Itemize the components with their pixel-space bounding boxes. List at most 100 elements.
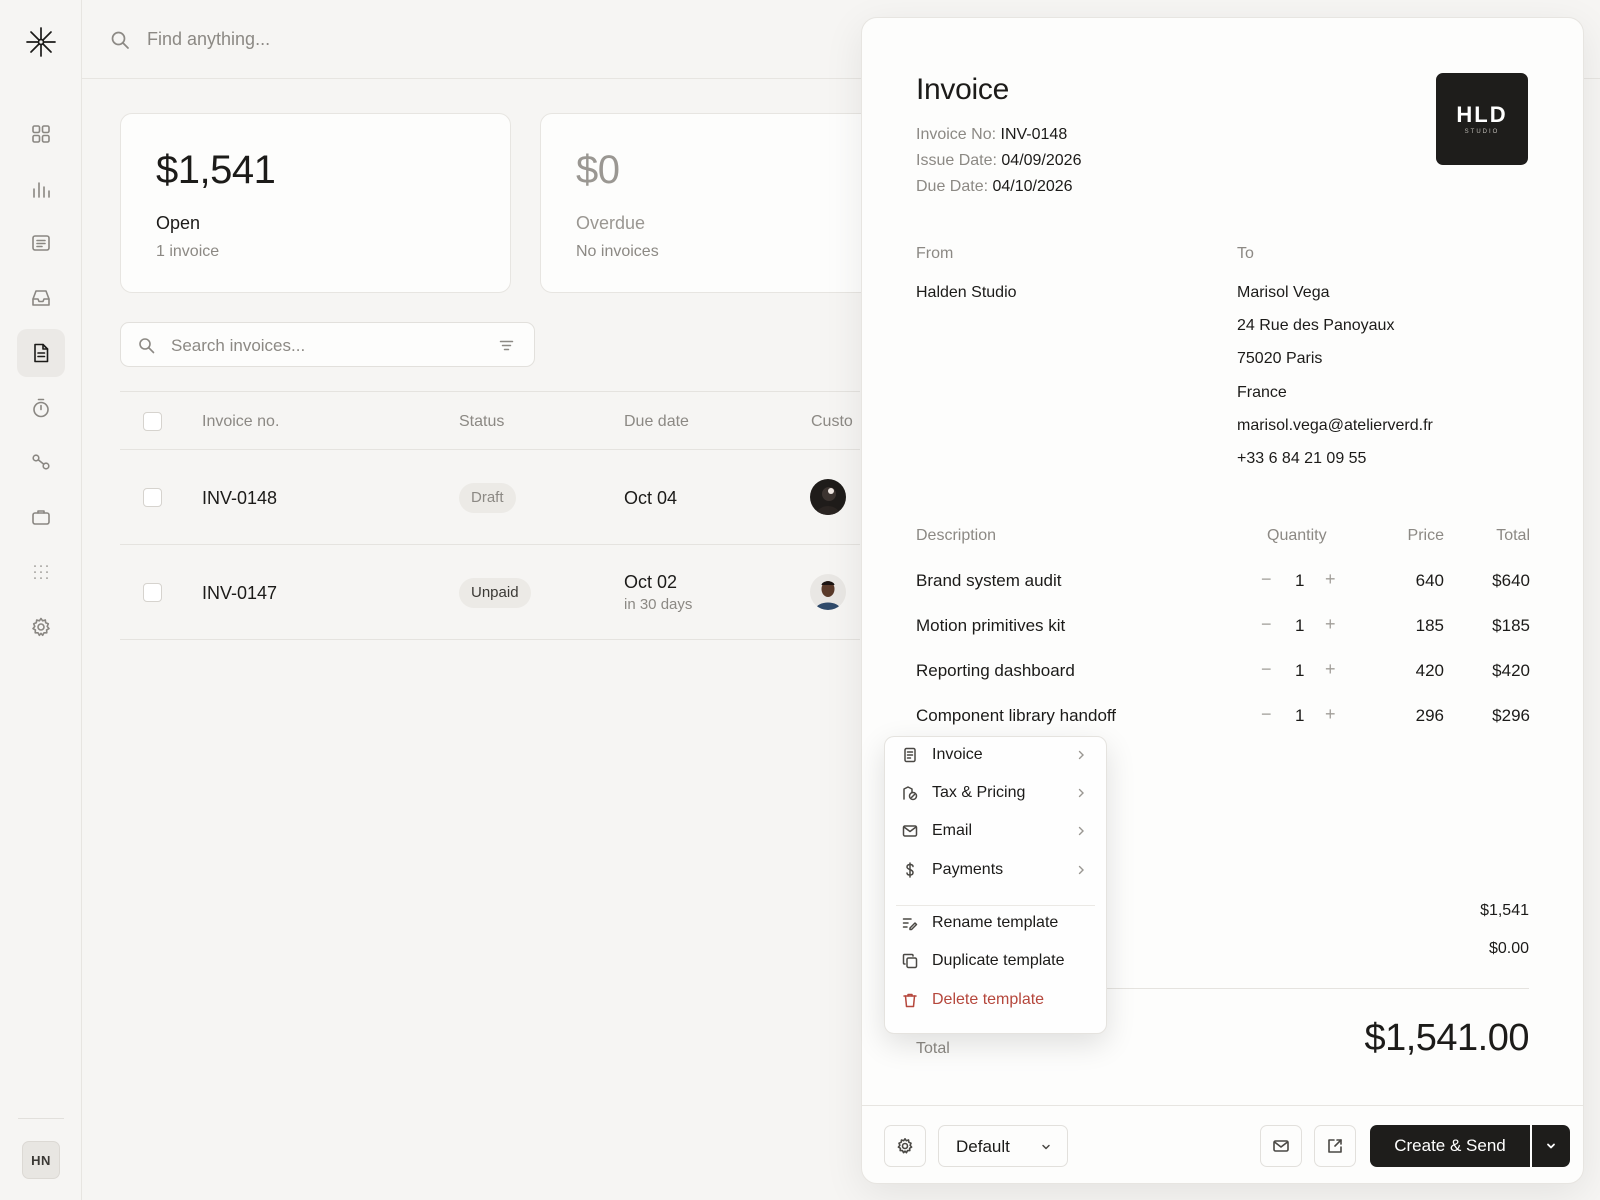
create-send-button[interactable]: Create & Send [1370, 1125, 1530, 1167]
template-select[interactable]: Default [938, 1125, 1068, 1167]
create-send-dropdown-button[interactable] [1532, 1125, 1570, 1167]
nav-analytics[interactable] [17, 165, 65, 213]
status-badge: Unpaid [459, 578, 531, 608]
line-item-description[interactable]: Reporting dashboard [916, 661, 1075, 681]
nav-apps[interactable] [17, 548, 65, 596]
qty-decrement-button[interactable]: − [1261, 659, 1272, 680]
to-name[interactable]: Marisol Vega [1237, 284, 1330, 302]
invoice-search-input[interactable]: Search invoices... [120, 322, 535, 367]
to-country[interactable]: France [1237, 384, 1287, 402]
inbox-icon [32, 290, 50, 306]
invoice-icon [34, 343, 49, 363]
menu-item-email[interactable]: Email [885, 813, 1106, 849]
meta-key: Issue Date: [916, 152, 997, 169]
gear-icon [897, 1138, 913, 1154]
email-button[interactable] [1260, 1125, 1302, 1167]
menu-item-tax-pricing[interactable]: Tax & Pricing [885, 775, 1106, 811]
open-external-button[interactable] [1314, 1125, 1356, 1167]
nav-timer[interactable] [17, 384, 65, 432]
company-logo[interactable]: HLD STUDIO [1436, 73, 1528, 165]
col-description: Description [916, 527, 997, 544]
mail-icon [902, 823, 918, 839]
nav-connections[interactable] [17, 438, 65, 486]
qty-decrement-button[interactable]: − [1261, 569, 1272, 590]
line-item-qty[interactable]: 1 [1295, 661, 1304, 681]
line-item-qty[interactable]: 1 [1295, 706, 1304, 726]
briefcase-icon [32, 510, 50, 525]
col-header-status[interactable]: Status [459, 413, 504, 431]
menu-item-payments[interactable]: Payments [885, 852, 1106, 888]
menu-item-duplicate-template[interactable]: Duplicate template [885, 943, 1106, 979]
from-label: From [916, 245, 954, 262]
line-item-price[interactable]: 640 [1377, 571, 1444, 591]
nav-dashboard[interactable] [17, 110, 65, 158]
meta-value[interactable]: 04/09/2026 [1001, 152, 1081, 169]
line-item-description[interactable]: Brand system audit [916, 571, 1062, 591]
menu-item-label: Tax & Pricing [932, 784, 1026, 801]
line-item-description[interactable]: Motion primitives kit [916, 616, 1065, 636]
to-phone[interactable]: +33 6 84 21 09 55 [1237, 450, 1366, 468]
nav-projects[interactable] [17, 493, 65, 541]
line-item-qty[interactable]: 1 [1295, 571, 1304, 591]
menu-item-rename-template[interactable]: Rename template [885, 905, 1106, 941]
col-price: Price [1407, 527, 1444, 544]
open-count: 1 invoice [156, 243, 220, 260]
dashboard-icon [32, 125, 50, 143]
nav-settings[interactable] [17, 603, 65, 651]
nav-documents[interactable] [17, 219, 65, 267]
meta-value[interactable]: INV-0148 [1001, 126, 1068, 143]
nav-invoices[interactable] [17, 329, 65, 377]
settings-icon [32, 617, 50, 637]
customer-avatar[interactable] [810, 479, 846, 515]
select-all-checkbox[interactable] [143, 412, 162, 431]
customer-avatar[interactable] [810, 574, 846, 610]
qty-increment-button[interactable]: + [1325, 704, 1336, 725]
line-item-qty[interactable]: 1 [1295, 616, 1304, 636]
mail-icon [1273, 1140, 1289, 1152]
template-select-value: Default [956, 1137, 1010, 1156]
chevron-right-icon [1078, 826, 1084, 836]
search-icon [139, 338, 155, 354]
line-item-total: $640 [1492, 571, 1530, 590]
to-email[interactable]: marisol.vega@atelierverd.fr [1237, 417, 1433, 435]
qty-increment-button[interactable]: + [1325, 614, 1336, 635]
line-item-price[interactable]: 185 [1377, 616, 1444, 636]
chevron-down-icon [1042, 1144, 1050, 1150]
qty-decrement-button[interactable]: − [1261, 704, 1272, 725]
global-search-placeholder[interactable]: Find anything... [147, 29, 270, 50]
menu-item-delete-template[interactable]: Delete template [885, 982, 1106, 1018]
qty-decrement-button[interactable]: − [1261, 614, 1272, 635]
line-item-price[interactable]: 420 [1377, 661, 1444, 681]
menu-item-invoice[interactable]: Invoice [885, 737, 1106, 773]
logo-icon[interactable] [26, 27, 56, 57]
overdue-label: Overdue [576, 213, 646, 233]
row-invoice-no[interactable]: INV-0147 [202, 583, 277, 604]
row-checkbox[interactable] [143, 583, 162, 602]
open-label: Open [156, 213, 201, 233]
row-checkbox[interactable] [143, 488, 162, 507]
open-summary-card[interactable]: $1,541 Open 1 invoice [120, 113, 511, 293]
to-city[interactable]: 75020 Paris [1237, 350, 1322, 368]
status-badge: Draft [459, 483, 516, 513]
overdue-summary-card[interactable]: $0 Overdue No invoices [540, 113, 900, 293]
nav-inbox[interactable] [17, 274, 65, 322]
col-header-customer[interactable]: Custo [811, 413, 853, 431]
search-icon [111, 31, 129, 49]
line-item-price[interactable]: 296 [1377, 706, 1444, 726]
line-item-description[interactable]: Component library handoff [916, 706, 1116, 726]
row-invoice-no[interactable]: INV-0148 [202, 488, 277, 509]
qty-increment-button[interactable]: + [1325, 659, 1336, 680]
external-link-icon [1328, 1139, 1342, 1153]
to-street[interactable]: 24 Rue des Panoyaux [1237, 317, 1394, 335]
subtotal-value: $1,541 [1480, 902, 1529, 919]
settings-button[interactable] [884, 1125, 926, 1167]
user-avatar[interactable]: HN [22, 1141, 60, 1179]
col-header-due-date[interactable]: Due date [624, 413, 689, 431]
col-header-invoice-no[interactable]: Invoice no. [202, 413, 279, 431]
menu-item-label: Delete template [932, 991, 1045, 1008]
qty-increment-button[interactable]: + [1325, 569, 1336, 590]
chevron-right-icon [1078, 750, 1084, 760]
meta-value[interactable]: 04/10/2026 [993, 178, 1073, 195]
from-name[interactable]: Halden Studio [916, 284, 1017, 302]
filter-icon[interactable] [499, 338, 514, 353]
